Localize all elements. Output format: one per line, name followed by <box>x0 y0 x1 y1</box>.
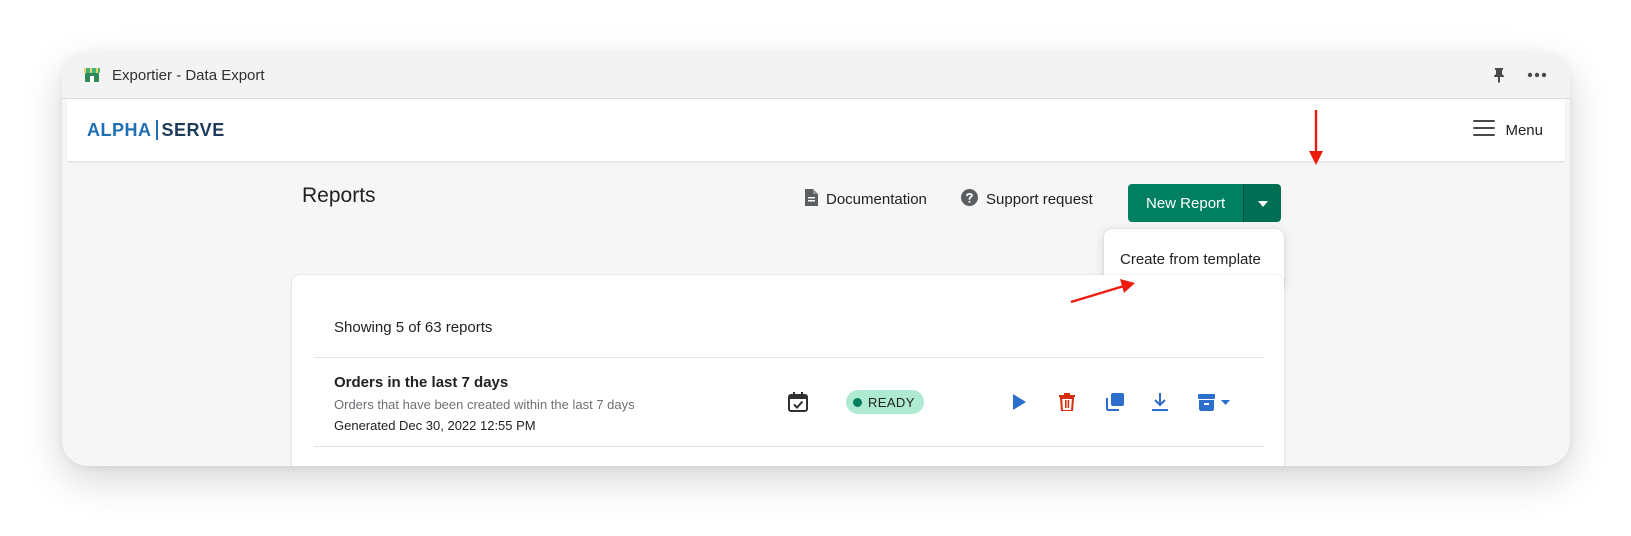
documentation-link[interactable]: Documentation <box>804 189 927 210</box>
title-bar: Exportier - Data Export <box>62 52 1570 99</box>
status-label: READY <box>868 394 915 410</box>
logo-separator <box>155 120 158 140</box>
menu-button[interactable]: Menu <box>1473 119 1543 142</box>
app-window: Exportier - Data Export ALPHA SERVE Menu… <box>62 52 1570 466</box>
app-title: Exportier - Data Export <box>112 66 265 84</box>
logo-part-left: ALPHA <box>87 119 152 140</box>
download-icon[interactable] <box>1152 390 1168 414</box>
app-header: ALPHA SERVE Menu <box>67 99 1565 162</box>
report-title[interactable]: Orders in the last 7 days <box>334 374 508 391</box>
alphaserve-logo[interactable]: ALPHA SERVE <box>87 120 225 141</box>
new-report-split-button: New Report <box>1128 184 1282 222</box>
status-dot <box>853 397 862 407</box>
main-content: Reports Documentation Support request Ne… <box>62 162 1570 466</box>
logo-part-right: SERVE <box>161 119 225 140</box>
documentation-label: Documentation <box>826 191 927 208</box>
report-generated-time: Generated Dec 30, 2022 12:55 PM <box>334 418 536 433</box>
titlebar-actions <box>1488 64 1548 86</box>
calendar-check-icon[interactable] <box>787 391 809 413</box>
divider <box>314 357 1264 358</box>
hamburger-icon <box>1473 119 1496 142</box>
new-report-dropdown-toggle[interactable] <box>1243 184 1282 222</box>
page-title: Reports <box>302 184 376 207</box>
support-request-label: Support request <box>986 191 1093 208</box>
new-report-button[interactable]: New Report <box>1128 184 1244 222</box>
dropdown-item-label: Create from template <box>1120 250 1261 268</box>
reports-card: Showing 5 of 63 reports Orders in the la… <box>292 275 1284 466</box>
status-badge: READY <box>846 390 924 414</box>
play-icon[interactable] <box>1012 390 1026 414</box>
caret-down-icon <box>1257 194 1268 212</box>
report-description: Orders that have been created within the… <box>334 397 635 412</box>
archive-icon[interactable] <box>1198 390 1232 414</box>
question-circle-icon <box>961 189 978 210</box>
document-icon <box>804 189 818 210</box>
pin-icon[interactable] <box>1488 64 1510 86</box>
duplicate-icon[interactable] <box>1106 390 1124 414</box>
menu-label: Menu <box>1505 121 1543 139</box>
store-icon <box>82 65 102 85</box>
reports-count: Showing 5 of 63 reports <box>334 319 493 336</box>
trash-icon[interactable] <box>1059 390 1075 414</box>
divider <box>314 446 1264 447</box>
more-horizontal-icon[interactable] <box>1526 64 1548 86</box>
support-request-link[interactable]: Support request <box>961 189 1093 210</box>
